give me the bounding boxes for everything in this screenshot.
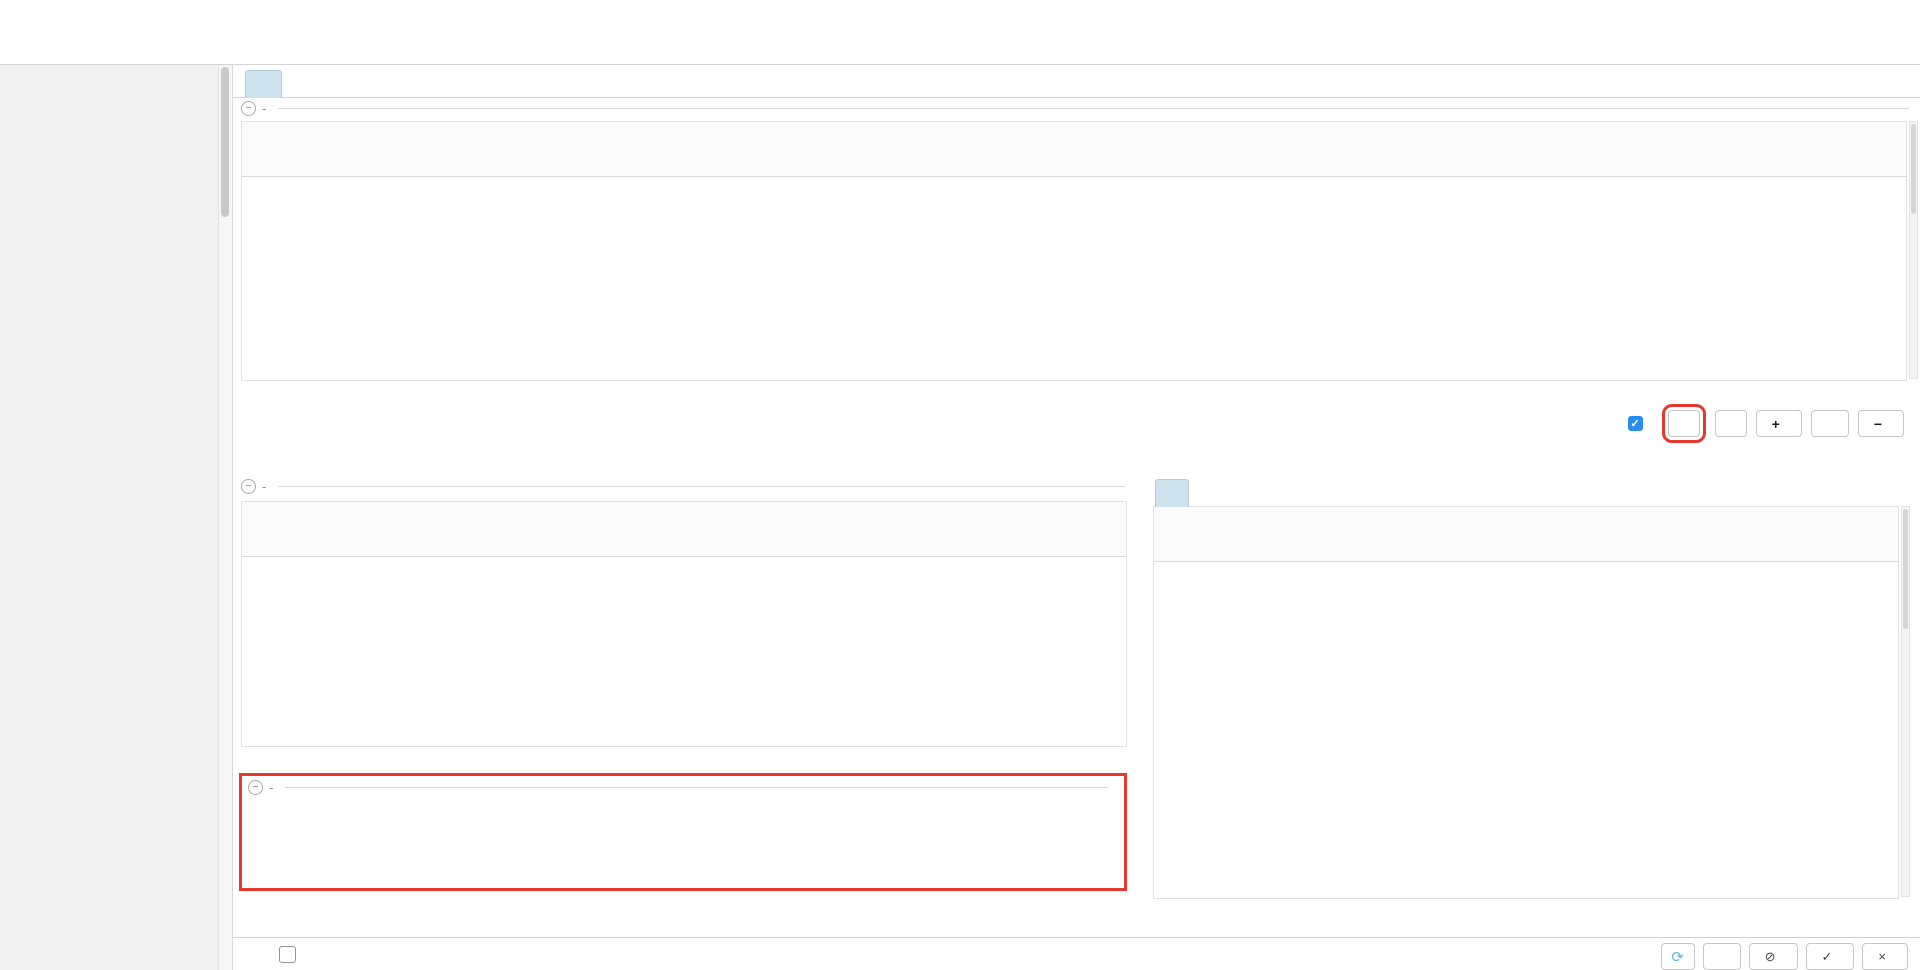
collapse-icon[interactable]: − [248, 780, 263, 795]
close-icon: × [1878, 949, 1886, 964]
print-forms-caption: −- [248, 780, 1108, 795]
add-button[interactable]: + [1756, 410, 1802, 437]
sku-table-scrollbar[interactable] [1901, 506, 1910, 897]
top-navigation [0, 0, 1920, 65]
save-button[interactable] [1703, 943, 1741, 970]
main-area: −- + − −- [233, 65, 1920, 970]
open-filter-checkbox[interactable] [1628, 416, 1649, 431]
collapse-icon[interactable]: − [241, 101, 256, 116]
adjust-on-form[interactable] [279, 946, 305, 963]
sku-table [1153, 506, 1899, 899]
minus-icon: − [1874, 416, 1882, 432]
inventory-table-header [242, 122, 1906, 177]
sidebar-scrollbar-thumb[interactable] [221, 67, 229, 217]
close-doc-button[interactable] [1715, 410, 1747, 437]
sheet-table-header [242, 502, 1126, 557]
sheet-table [241, 501, 1127, 747]
refresh-icon: ⟳ [1671, 948, 1684, 966]
plus-icon: + [1772, 416, 1780, 432]
collapse-icon[interactable]: − [241, 479, 256, 494]
sidebar [0, 65, 233, 970]
edit-button[interactable] [1811, 410, 1849, 437]
tabstrip-divider [233, 97, 1920, 98]
inventory-table-scrollbar[interactable] [1909, 121, 1918, 379]
adjust-checkbox[interactable] [279, 946, 296, 963]
tab-sku[interactable] [1155, 479, 1189, 507]
open-filter-checkbox-box[interactable] [1628, 416, 1643, 431]
inventory-group-caption: −- [241, 101, 1909, 116]
cancel-icon: ⊘ [1765, 949, 1776, 965]
close-button[interactable]: × [1862, 943, 1908, 970]
sku-table-header [1154, 507, 1898, 562]
post-button[interactable] [1668, 410, 1700, 437]
ok-button[interactable]: ✓ [1806, 943, 1855, 970]
delete-button[interactable]: − [1858, 410, 1904, 437]
footer-divider [233, 937, 1920, 938]
check-icon: ✓ [1822, 949, 1833, 965]
document-tab-inventories[interactable] [245, 70, 282, 98]
inventory-actions: + − [1628, 410, 1904, 437]
sheet-group-caption: −- [241, 479, 1125, 494]
refresh-button[interactable]: ⟳ [1661, 943, 1695, 970]
sidebar-scrollbar[interactable] [218, 65, 232, 970]
footer-buttons: ⟳ ⊘ ✓ × [1661, 943, 1908, 970]
cancel-button[interactable]: ⊘ [1749, 943, 1798, 970]
print-forms-group: −- [239, 773, 1127, 891]
inventory-table [241, 121, 1907, 381]
